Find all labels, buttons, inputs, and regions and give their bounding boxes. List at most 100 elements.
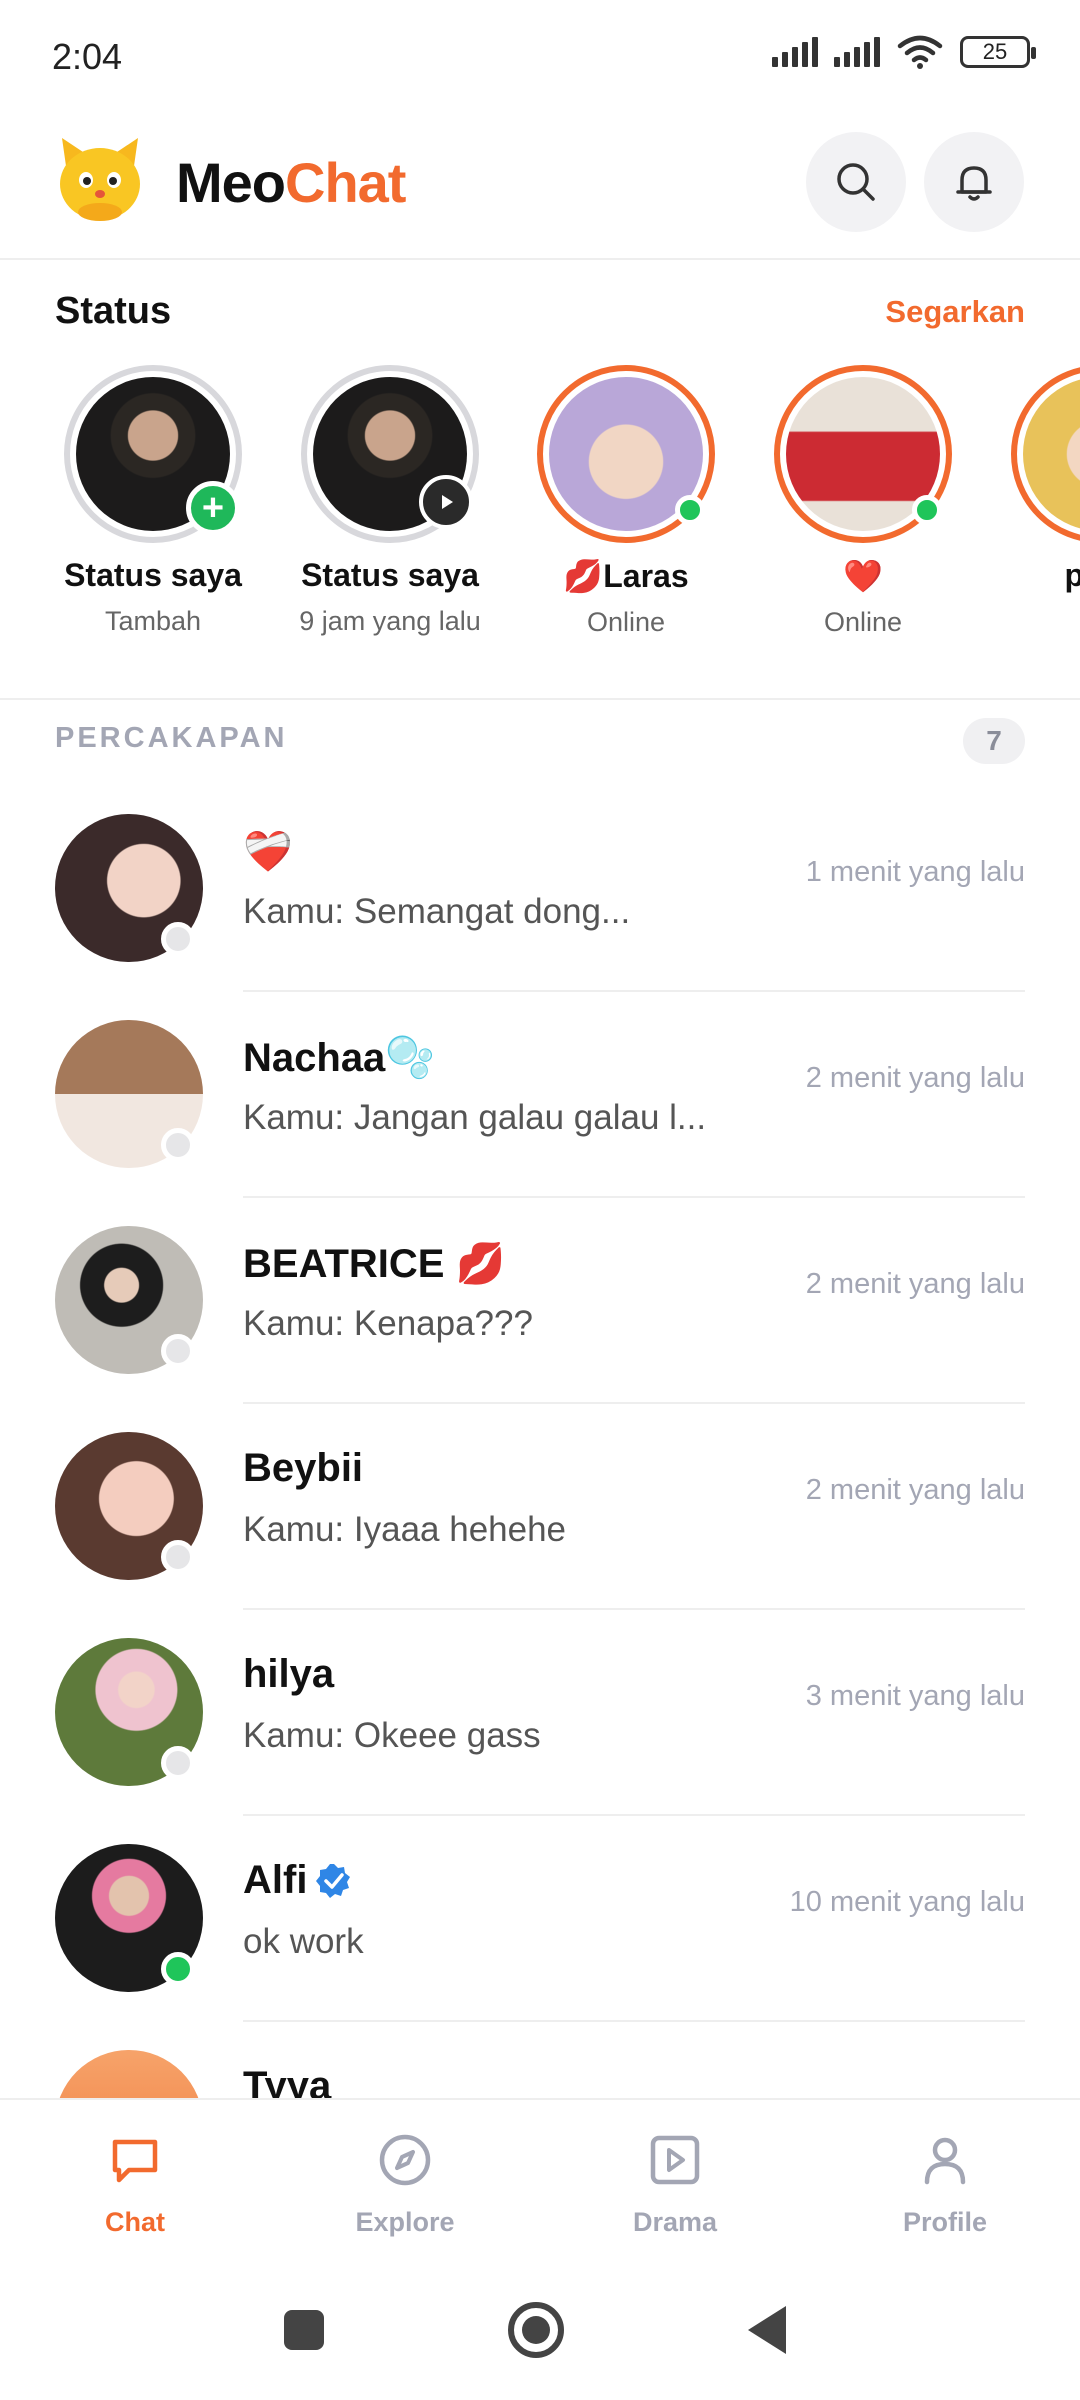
signal-icon <box>834 37 880 67</box>
story-ring <box>1011 365 1080 543</box>
message-time: 2 menit yang lalu <box>805 1062 1025 1094</box>
presence-indicator <box>161 922 195 956</box>
list-item[interactable]: Beybii Kamu: Iyaaa hehehe 2 menit yang l… <box>0 1404 1080 1610</box>
brand-part-2: Chat <box>285 151 406 214</box>
battery-level: 25 <box>982 39 1008 64</box>
message-time: 2 menit yang lalu <box>805 1474 1025 1506</box>
story-ring <box>537 365 715 543</box>
nav-label: Drama <box>632 2207 718 2237</box>
contact-name: Alfi <box>243 1858 353 1903</box>
last-message: Kamu: Kenapa??? <box>243 1304 533 1343</box>
story-name: ❤️ <box>843 558 883 594</box>
contact-name: Beybii <box>243 1446 364 1490</box>
message-time: 10 menit yang lalu <box>789 1886 1025 1918</box>
status-section-header: Status Segarkan <box>0 290 1080 340</box>
bottom-navigation: Chat Explore Drama Profile <box>0 2098 1080 2268</box>
presence-indicator <box>161 1746 195 1780</box>
contact-name: Tyya <box>243 2064 332 2098</box>
contact-name: ❤️‍🩹 <box>243 830 293 874</box>
story-putri[interactable]: putri O <box>980 365 1080 637</box>
presence-indicator <box>161 1540 195 1574</box>
story-laras[interactable]: 💋Laras Online <box>506 365 746 638</box>
list-item[interactable]: Tyya <box>0 2022 1080 2098</box>
story-ring <box>301 365 479 543</box>
contact-name: BEATRICE 💋 <box>243 1242 506 1286</box>
notifications-button[interactable] <box>924 132 1024 232</box>
app-header: MeoChat <box>0 110 1080 260</box>
add-status-icon[interactable]: + <box>186 481 240 535</box>
story-subtitle: 9 jam yang lalu <box>299 606 481 636</box>
list-item[interactable]: ❤️‍🩹 Kamu: Semangat dong... 1 menit yang… <box>0 786 1080 992</box>
avatar <box>55 2050 203 2098</box>
story-subtitle: O <box>980 606 1080 637</box>
story-my-status-add[interactable]: + Status saya Tambah <box>33 365 273 637</box>
play-square-icon <box>650 2135 700 2185</box>
story-ring <box>774 365 952 543</box>
list-item[interactable]: Alfi ok work 10 menit yang lalu <box>0 1816 1080 2022</box>
search-button[interactable] <box>806 132 906 232</box>
story-name: Status saya <box>64 557 242 593</box>
wifi-icon <box>897 35 943 69</box>
story-name: putri <box>1064 557 1080 593</box>
story-heart[interactable]: ❤️ Online <box>743 365 983 638</box>
nav-profile[interactable]: Profile <box>845 2130 1045 2238</box>
nav-label: Chat <box>105 2207 165 2237</box>
presence-indicator <box>161 1128 195 1162</box>
home-button[interactable] <box>508 2302 564 2358</box>
nav-chat[interactable]: Chat <box>35 2130 235 2238</box>
last-message: Kamu: Semangat dong... <box>243 892 631 931</box>
play-icon <box>419 475 473 529</box>
conversations-title: PERCAKAPAN <box>55 722 288 754</box>
chat-icon <box>112 2139 158 2183</box>
person-icon <box>924 2137 966 2185</box>
status-icons: 25 <box>772 34 1036 70</box>
message-time: 1 menit yang lalu <box>805 856 1025 888</box>
last-message: Kamu: Okeee gass <box>243 1716 541 1755</box>
section-divider <box>0 698 1080 700</box>
list-item[interactable]: BEATRICE 💋 Kamu: Kenapa??? 2 menit yang … <box>0 1198 1080 1404</box>
conversations-count-badge: 7 <box>963 718 1025 764</box>
meochat-logo-icon <box>60 138 140 221</box>
status-title: Status <box>55 290 172 332</box>
system-status-bar: 2:04 25 <box>0 0 1080 110</box>
signal-icon <box>772 37 818 67</box>
bell-icon <box>956 166 992 201</box>
story-subtitle: Online <box>586 607 666 637</box>
back-button[interactable] <box>748 2306 786 2354</box>
search-icon <box>837 163 875 201</box>
list-item[interactable]: Nachaa🫧 Kamu: Jangan galau galau l... 2 … <box>0 992 1080 1198</box>
system-navigation-bar <box>0 2268 1080 2400</box>
nav-label: Explore <box>355 2207 455 2237</box>
last-message: ok work <box>243 1922 364 1961</box>
online-indicator <box>912 495 942 525</box>
message-time: 3 menit yang lalu <box>805 1680 1025 1712</box>
story-name: 💋Laras <box>563 558 689 594</box>
contact-name-text: Alfi <box>243 1858 308 1902</box>
brand-part-1: Meo <box>176 151 286 214</box>
conversation-list[interactable]: ❤️‍🩹 Kamu: Semangat dong... 1 menit yang… <box>0 786 1080 2098</box>
story-subtitle: Online <box>823 607 903 637</box>
list-item[interactable]: hilya Kamu: Okeee gass 3 menit yang lalu <box>0 1610 1080 1816</box>
story-name: Status saya <box>301 557 479 593</box>
compass-icon <box>379 2134 431 2186</box>
refresh-link[interactable]: Segarkan <box>885 294 1025 330</box>
story-ring: + <box>64 365 242 543</box>
last-message: Kamu: Iyaaa hehehe <box>243 1510 567 1549</box>
nav-drama[interactable]: Drama <box>575 2130 775 2238</box>
battery-icon: 25 <box>960 36 1036 68</box>
app-brand: MeoChat <box>176 150 406 215</box>
story-subtitle: Tambah <box>104 606 202 636</box>
contact-name: hilya <box>243 1652 335 1696</box>
story-my-status[interactable]: Status saya 9 jam yang lalu <box>270 365 510 637</box>
nav-label: Profile <box>902 2207 988 2237</box>
clock: 2:04 <box>52 36 123 77</box>
last-message: Kamu: Jangan galau galau l... <box>243 1098 707 1137</box>
presence-indicator <box>161 1334 195 1368</box>
contact-name: Nachaa🫧 <box>243 1036 436 1080</box>
presence-indicator <box>161 1952 195 1986</box>
avatar <box>1023 377 1080 531</box>
nav-explore[interactable]: Explore <box>305 2130 505 2238</box>
status-stories-row[interactable]: + Status saya Tambah Status saya 9 jam y… <box>0 365 1080 665</box>
online-indicator <box>675 495 705 525</box>
recent-apps-button[interactable] <box>284 2310 324 2350</box>
